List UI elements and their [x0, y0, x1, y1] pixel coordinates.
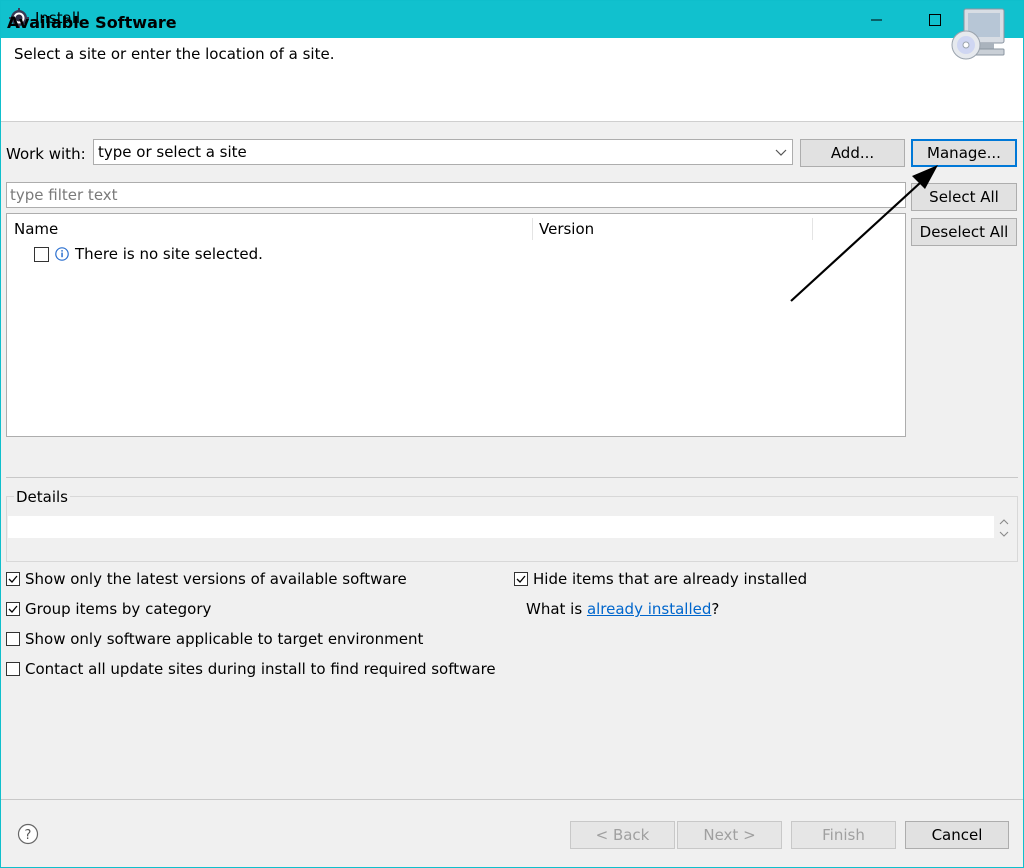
- next-button[interactable]: Next >: [677, 821, 782, 849]
- option-contact-all[interactable]: Contact all update sites during install …: [6, 660, 496, 678]
- details-text[interactable]: [8, 516, 994, 538]
- help-button[interactable]: ?: [17, 823, 39, 849]
- work-with-value: type or select a site: [98, 143, 247, 161]
- work-with-combo[interactable]: type or select a site: [93, 139, 793, 165]
- minimize-icon: [871, 19, 882, 20]
- finish-button[interactable]: Finish: [791, 821, 896, 849]
- work-with-label: Work with:: [6, 145, 86, 163]
- target-env-label: Show only software applicable to target …: [25, 630, 424, 648]
- filter-field[interactable]: [6, 182, 906, 208]
- minimize-button[interactable]: [848, 1, 906, 38]
- column-divider[interactable]: [532, 218, 533, 240]
- column-header-name[interactable]: Name: [14, 220, 58, 238]
- column-header-version[interactable]: Version: [539, 220, 594, 238]
- cancel-button[interactable]: Cancel: [905, 821, 1009, 849]
- row-checkbox[interactable]: [34, 246, 49, 262]
- group-by-category-label: Group items by category: [25, 600, 212, 618]
- option-latest-versions[interactable]: Show only the latest versions of availab…: [6, 570, 407, 588]
- contact-all-label: Contact all update sites during install …: [25, 660, 496, 678]
- group-by-category-checkbox[interactable]: [6, 602, 20, 616]
- what-is-installed-text: What is already installed?: [526, 600, 719, 618]
- what-is-suffix: ?: [711, 600, 720, 618]
- back-button[interactable]: < Back: [570, 821, 675, 849]
- maximize-icon: [929, 13, 941, 26]
- hide-installed-checkbox[interactable]: [514, 572, 528, 586]
- details-scroll-icon[interactable]: [998, 517, 1010, 543]
- what-is-prefix: What is: [526, 600, 587, 618]
- target-env-checkbox[interactable]: [6, 632, 20, 646]
- contact-all-checkbox[interactable]: [6, 662, 20, 676]
- footer-divider: [1, 799, 1023, 800]
- table-row[interactable]: There is no site selected.: [34, 245, 263, 263]
- latest-versions-checkbox[interactable]: [6, 572, 20, 586]
- info-icon: [55, 247, 69, 261]
- section-divider: [6, 477, 1018, 478]
- option-target-env[interactable]: Show only software applicable to target …: [6, 630, 423, 648]
- option-hide-installed[interactable]: Hide items that are already installed: [514, 570, 807, 588]
- row-text: There is no site selected.: [75, 245, 263, 263]
- latest-versions-label: Show only the latest versions of availab…: [25, 570, 407, 588]
- already-installed-link[interactable]: already installed: [587, 600, 711, 618]
- hide-installed-label: Hide items that are already installed: [533, 570, 808, 588]
- help-icon: ?: [17, 823, 39, 845]
- details-label: Details: [14, 488, 71, 506]
- annotation-arrow-icon: [790, 165, 938, 302]
- option-group-by-category[interactable]: Group items by category: [6, 600, 211, 618]
- page-subtitle: Select a site or enter the location of a…: [14, 45, 335, 63]
- page-title: Available Software: [7, 13, 177, 32]
- filter-input[interactable]: [10, 184, 890, 206]
- software-table[interactable]: Name Version There is no site selected.: [6, 213, 906, 437]
- svg-text:?: ?: [25, 828, 32, 843]
- install-banner-icon: [948, 5, 1010, 67]
